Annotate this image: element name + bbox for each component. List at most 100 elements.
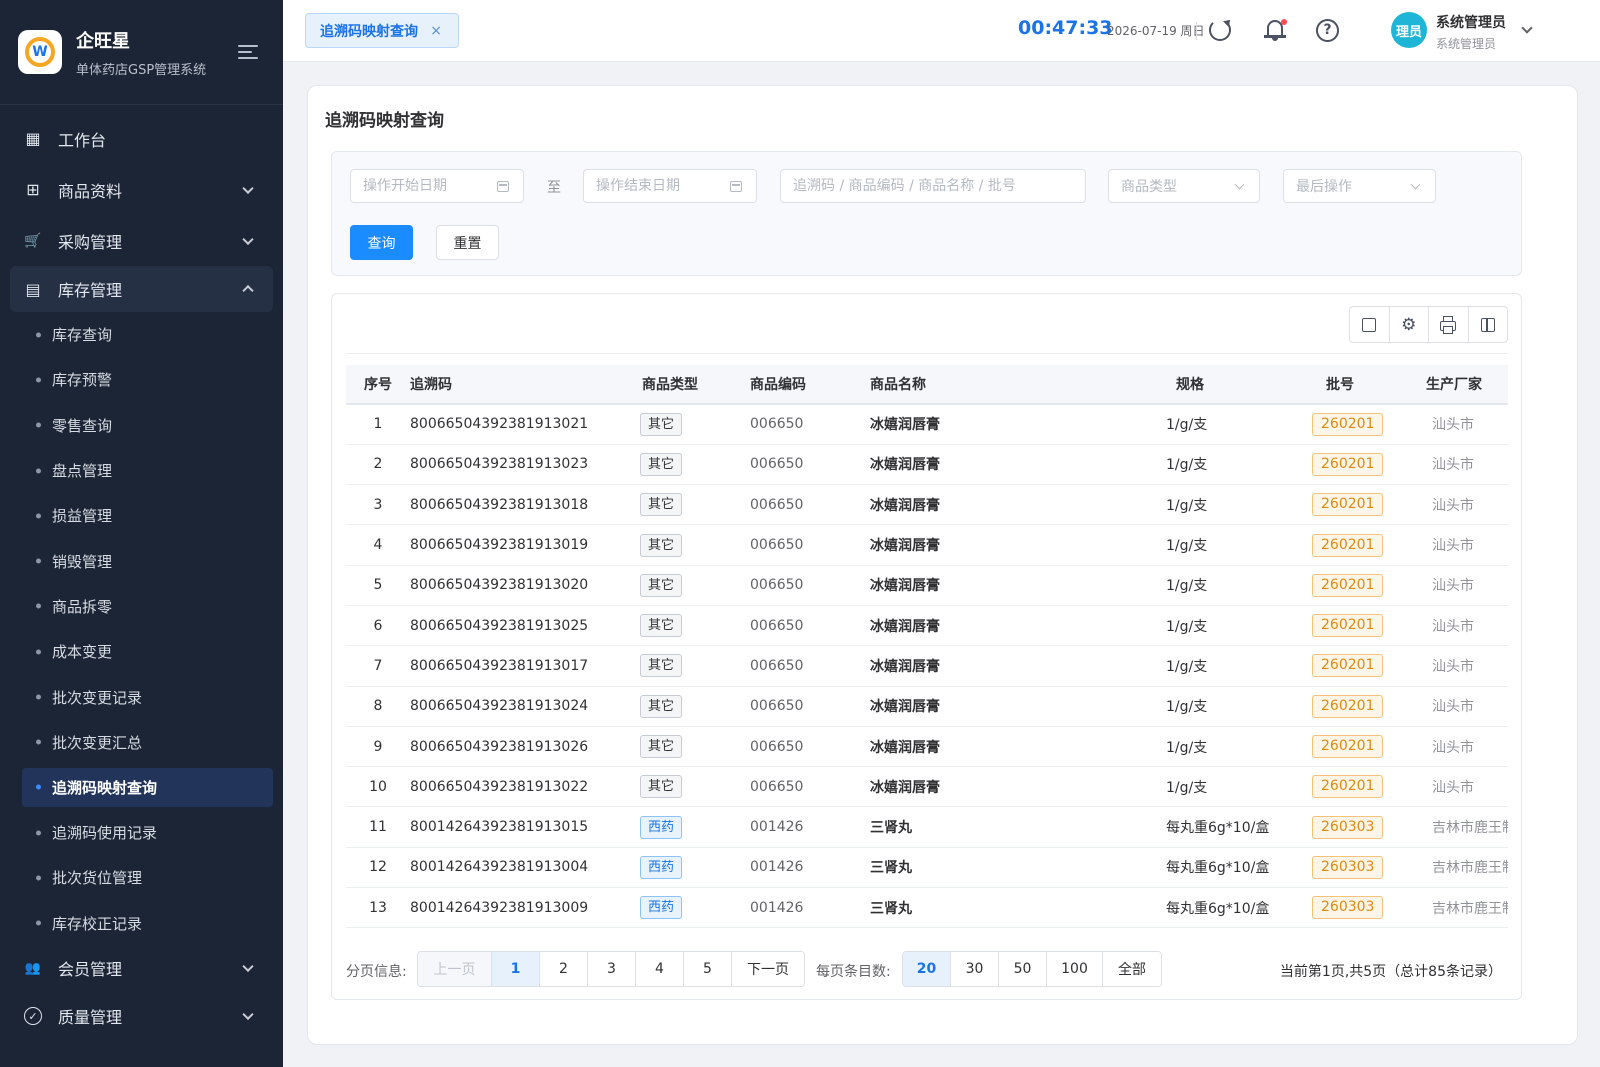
goods-type-tag: 其它 [640,452,683,476]
table-row[interactable]: 8 80066504392381913024 其它 006650 冰嬉润唇膏 1/g/支 2… [346,686,1508,727]
submenu-item[interactable]: 库存校正记录 [0,901,283,946]
menu-item-quality[interactable]: ✓ 质量管理 [0,991,283,1042]
menu-item-purchase[interactable]: 🛒 采购管理 [0,215,283,266]
topbar: 追溯码映射查询 × 00:47:33 2026-07-19 周日 ? 理员 系统… [283,0,1600,62]
search-input[interactable] [793,178,1085,194]
refresh-icon[interactable] [1209,19,1231,41]
page-button[interactable]: 4 [636,952,684,986]
spec: 每丸重6g*10/盒 [1110,847,1284,889]
print-button[interactable] [1429,307,1469,342]
menu-item-inventory[interactable]: ▤ 库存管理 [10,266,273,312]
avatar[interactable]: 理员 [1391,12,1427,48]
page-button[interactable]: 5 [684,952,732,986]
table-row[interactable]: 3 80066504392381913018 其它 006650 冰嬉润唇膏 1/g/支 2… [346,484,1508,526]
goods-type-cell: 西药 [640,847,750,889]
page-button[interactable]: 2 [540,952,588,986]
submenu-item[interactable]: 批次货位管理 [0,855,283,900]
goods-code: 006650 [750,444,870,486]
page-size-button[interactable]: 全部 [1103,952,1161,986]
page-size-button[interactable]: 100 [1047,952,1103,986]
table-row[interactable]: 6 80066504392381913025 其它 006650 冰嬉润唇膏 1/g/支 2… [346,605,1508,647]
goods-name: 冰嬉润唇膏 [870,484,1110,526]
menu-item-label: 工作台 [58,130,107,150]
table-row[interactable]: 10 80066504392381913022 其它 006650 冰嬉润唇膏 1/g/支… [346,766,1508,808]
page-size-button[interactable]: 20 [903,952,951,986]
menu-item-members[interactable]: 👥 会员管理 [0,946,283,991]
columns-button[interactable] [1469,307,1508,342]
submenu-item[interactable]: 零售查询 [0,403,283,448]
table-row[interactable]: 7 80066504392381913017 其它 006650 冰嬉润唇膏 1/g/支 2… [346,645,1508,687]
goods-type-tag: 其它 [640,694,683,718]
submenu-item[interactable]: 商品拆零 [0,584,283,629]
chevron-down-icon[interactable] [1521,22,1533,34]
user-name[interactable]: 系统管理员 [1436,12,1506,32]
column-header: 商品类型 [640,365,750,405]
query-button[interactable]: 查询 [350,225,413,260]
manufacturer: 汕头市 [1426,524,1508,566]
submenu-item[interactable]: 批次变更记录 [0,674,283,719]
reset-button[interactable]: 重置 [436,225,499,260]
page-title: 追溯码映射查询 [325,111,444,131]
help-icon[interactable]: ? [1316,19,1339,42]
submenu-item[interactable]: 盘点管理 [0,448,283,493]
menu-item-label: 采购管理 [58,232,123,252]
manufacturer: 汕头市 [1426,645,1508,687]
submenu-item[interactable]: 追溯码映射查询 [22,767,273,807]
prev-page-button[interactable]: 上一页 [418,952,492,986]
table-row[interactable]: 1 80066504392381913021 其它 006650 冰嬉润唇膏 1/g/支 2… [346,404,1508,445]
collapse-menu-icon[interactable] [238,45,258,59]
fullscreen-button[interactable] [1350,307,1390,342]
goods-type-cell: 其它 [640,686,750,727]
start-date-field[interactable] [350,169,524,203]
batch-tag: 260303 [1312,815,1384,839]
goods-type-select[interactable]: 商品类型 [1108,169,1260,203]
table-row[interactable]: 12 80014264392381913004 西药 001426 三肾丸 每丸重6g*1… [346,847,1508,889]
menu-item-workbench[interactable]: ▦ 工作台 [0,113,283,164]
end-date-field[interactable] [583,169,757,203]
spec: 每丸重6g*10/盒 [1110,806,1284,848]
inventory-icon: ▤ [25,279,41,299]
chevron-down-icon [242,1009,254,1021]
search-field[interactable] [780,169,1086,203]
row-index: 6 [346,605,410,647]
table-row[interactable]: 4 80066504392381913019 其它 006650 冰嬉润唇膏 1/g/支 2… [346,524,1508,566]
submenu-item[interactable]: 库存预警 [0,357,283,402]
table-row[interactable]: 9 80066504392381913026 其它 006650 冰嬉润唇膏 1/g/支 2… [346,726,1508,768]
spec: 1/g/支 [1110,766,1284,808]
batch-cell: 260201 [1284,766,1426,808]
quality-icon: ✓ [24,1007,42,1026]
page-button[interactable]: 1 [492,952,540,986]
page-size-button[interactable]: 50 [999,952,1047,986]
tab-trace-code-mapping[interactable]: 追溯码映射查询 × [305,13,459,48]
last-operation-select[interactable]: 最后操作 [1283,169,1436,203]
submenu-item[interactable]: 成本变更 [0,629,283,674]
goods-name: 冰嬉润唇膏 [870,645,1110,687]
submenu-item[interactable]: 销毁管理 [0,538,283,583]
submenu-item[interactable]: 库存查询 [0,312,283,357]
goods-code: 001426 [750,806,870,848]
table-row[interactable]: 11 80014264392381913015 西药 001426 三肾丸 每丸重6g*1… [346,806,1508,848]
menu-item-goods[interactable]: ⊞ 商品资料 [0,164,283,215]
submenu-item[interactable]: 损益管理 [0,493,283,538]
close-icon[interactable]: × [430,23,442,39]
submenu-item[interactable]: 追溯码使用记录 [0,810,283,855]
manufacturer: 汕头市 [1426,605,1508,647]
page-size-button[interactable]: 30 [951,952,999,986]
trace-code: 80066504392381913019 [410,524,640,566]
page-button[interactable]: 3 [588,952,636,986]
next-page-button[interactable]: 下一页 [732,952,804,986]
batch-cell: 260201 [1284,686,1426,727]
column-header: 商品编码 [750,365,870,405]
trace-code: 80066504392381913021 [410,404,640,445]
trace-code-table: 序号 追溯码 商品类型 商品编码 商品名称 规格 批号 生产厂家 1 8006650439238… [346,365,1508,929]
table-row[interactable]: 2 80066504392381913023 其它 006650 冰嬉润唇膏 1/g/支 2… [346,444,1508,486]
spec: 1/g/支 [1110,605,1284,647]
table-row[interactable]: 5 80066504392381913020 其它 006650 冰嬉润唇膏 1/g/支 2… [346,565,1508,606]
batch-tag: 260201 [1312,694,1384,718]
table-row[interactable]: 13 80014264392381913009 西药 001426 三肾丸 每丸重6g*1… [346,887,1508,929]
submenu-item[interactable]: 批次变更汇总 [0,720,283,765]
batch-tag: 260201 [1312,452,1384,476]
settings-button[interactable]: ⚙ [1390,307,1429,342]
batch-cell: 260201 [1284,645,1426,687]
bell-icon[interactable] [1263,17,1289,43]
